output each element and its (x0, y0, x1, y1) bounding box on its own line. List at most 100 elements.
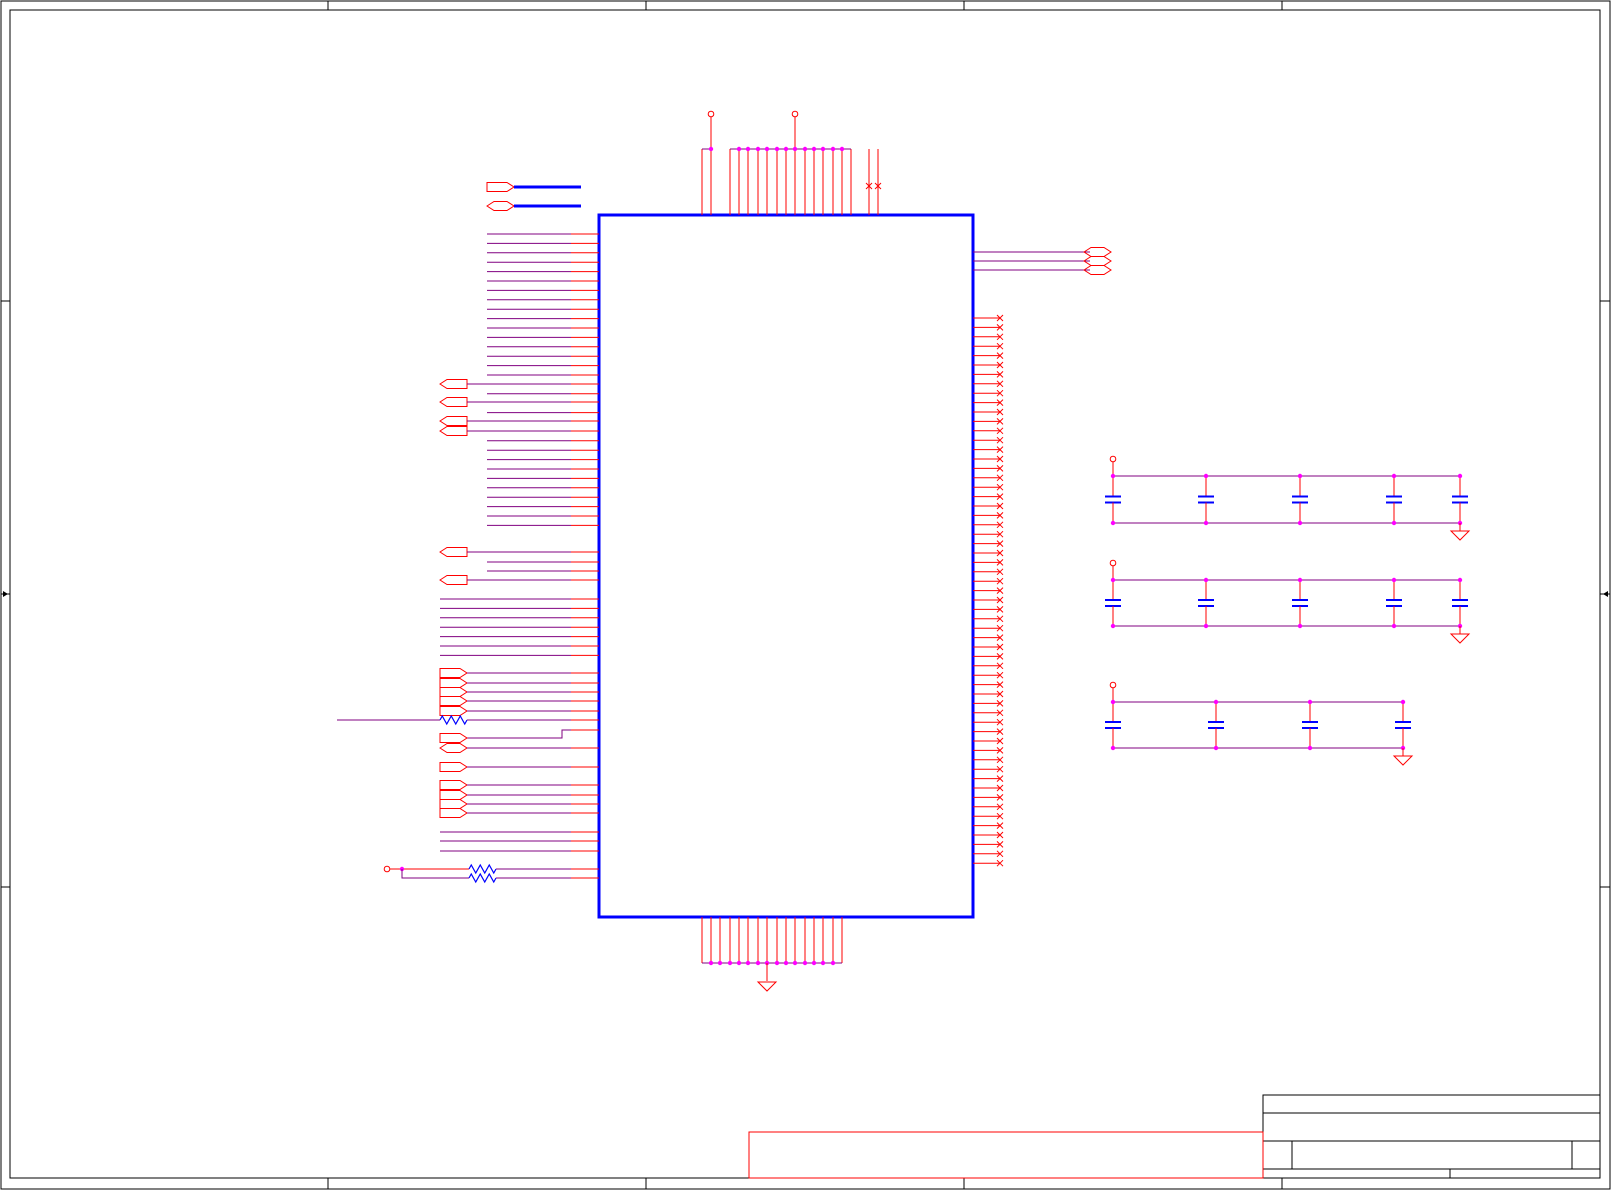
power-wire (401, 869, 469, 879)
bus-port (486, 201, 515, 211)
junction-dot (1400, 699, 1406, 705)
ic-body (597, 213, 975, 919)
junction-dot (1203, 623, 1209, 629)
capacitor (1105, 476, 1121, 523)
power-terminal (707, 110, 715, 118)
resistor (439, 714, 468, 726)
capacitor (1198, 580, 1214, 626)
junction-dot (755, 146, 761, 152)
input-port (439, 706, 468, 716)
capacitor (1105, 580, 1121, 626)
input-port (439, 780, 468, 790)
junction-dot (839, 146, 845, 152)
main-ic[interactable] (597, 110, 975, 992)
ground-symbol (756, 981, 778, 992)
ground-symbol (1392, 755, 1414, 766)
power-terminal (1109, 559, 1117, 567)
junction-dot (783, 146, 789, 152)
power-terminal (791, 110, 799, 118)
capacitor (1292, 580, 1308, 626)
capacitor (1386, 580, 1402, 626)
ground-symbol (1449, 530, 1471, 541)
junction-dot (1457, 577, 1463, 583)
input-port (439, 790, 468, 800)
junction-dot (792, 146, 798, 152)
junction-dot (1213, 745, 1219, 751)
resistor (468, 872, 497, 884)
junction-dot (736, 960, 742, 966)
junction-dot (802, 146, 808, 152)
decoupling-bank (1105, 681, 1414, 766)
capacitor (1292, 476, 1308, 523)
capacitor (1386, 476, 1402, 523)
input-port (439, 799, 468, 809)
junction-dot (1203, 473, 1209, 479)
capacitor (1198, 476, 1214, 523)
junction-dot (820, 146, 826, 152)
junction-dot (727, 960, 733, 966)
junction-dot (1297, 623, 1303, 629)
junction-dot (1213, 699, 1219, 705)
junction-dot (1203, 520, 1209, 526)
input-port (439, 678, 468, 688)
junction-dot (708, 960, 714, 966)
input-port (439, 733, 468, 743)
schematic-sheet (0, 0, 1611, 1190)
junction-dot (745, 146, 751, 152)
junction-dot (820, 960, 826, 966)
revision-box (748, 1131, 1264, 1179)
output-port (439, 575, 468, 585)
title-block (748, 1094, 1601, 1179)
junction-dot (1457, 473, 1463, 479)
junction-dot (1391, 577, 1397, 583)
zone-arrow-right (1603, 591, 1608, 597)
junction-dot (1110, 745, 1116, 751)
junction-dot (830, 146, 836, 152)
ic-bottom-pins (701, 917, 843, 992)
capacitor (1452, 580, 1468, 626)
junction-dot (774, 146, 780, 152)
power-terminal (383, 865, 391, 873)
input-port (439, 762, 468, 772)
junction-dot (1297, 520, 1303, 526)
output-port (439, 379, 468, 389)
bus-port (486, 182, 515, 192)
capacitor (1395, 702, 1411, 748)
input-port (439, 696, 468, 706)
decoupling-bank (1105, 455, 1471, 541)
junction-dot (792, 960, 798, 966)
ground-symbol (1449, 633, 1471, 644)
output-port (439, 416, 468, 426)
junction-dot (745, 960, 751, 966)
input-port (439, 808, 468, 818)
junction-dot (1203, 577, 1209, 583)
input-port (439, 687, 468, 697)
power-terminal (1109, 681, 1117, 689)
decoupling-capacitors (1105, 455, 1471, 766)
output-port (439, 426, 468, 436)
capacitor (1105, 702, 1121, 748)
right-pin-area (973, 247, 1112, 867)
output-port (439, 547, 468, 557)
input-port (439, 668, 468, 678)
junction-dot (764, 146, 770, 152)
capacitor (1302, 702, 1318, 748)
junction-dot (1110, 623, 1116, 629)
power-terminal (1109, 455, 1117, 463)
ic-top-pins (701, 110, 882, 215)
capacitor (1208, 702, 1224, 748)
junction-dot (774, 960, 780, 966)
junction-dot (755, 960, 761, 966)
title-block-frame (1262, 1094, 1601, 1179)
resistor (468, 863, 497, 875)
junction-dot (1391, 623, 1397, 629)
junction-dot (811, 146, 817, 152)
bidir-port (439, 743, 468, 753)
junction-dot (811, 960, 817, 966)
junction-dot (1297, 473, 1303, 479)
junction-dot (717, 960, 723, 966)
junction-dot (1391, 473, 1397, 479)
decoupling-bank (1105, 559, 1471, 644)
junction-dot (1307, 745, 1313, 751)
junction-dot (1297, 577, 1303, 583)
